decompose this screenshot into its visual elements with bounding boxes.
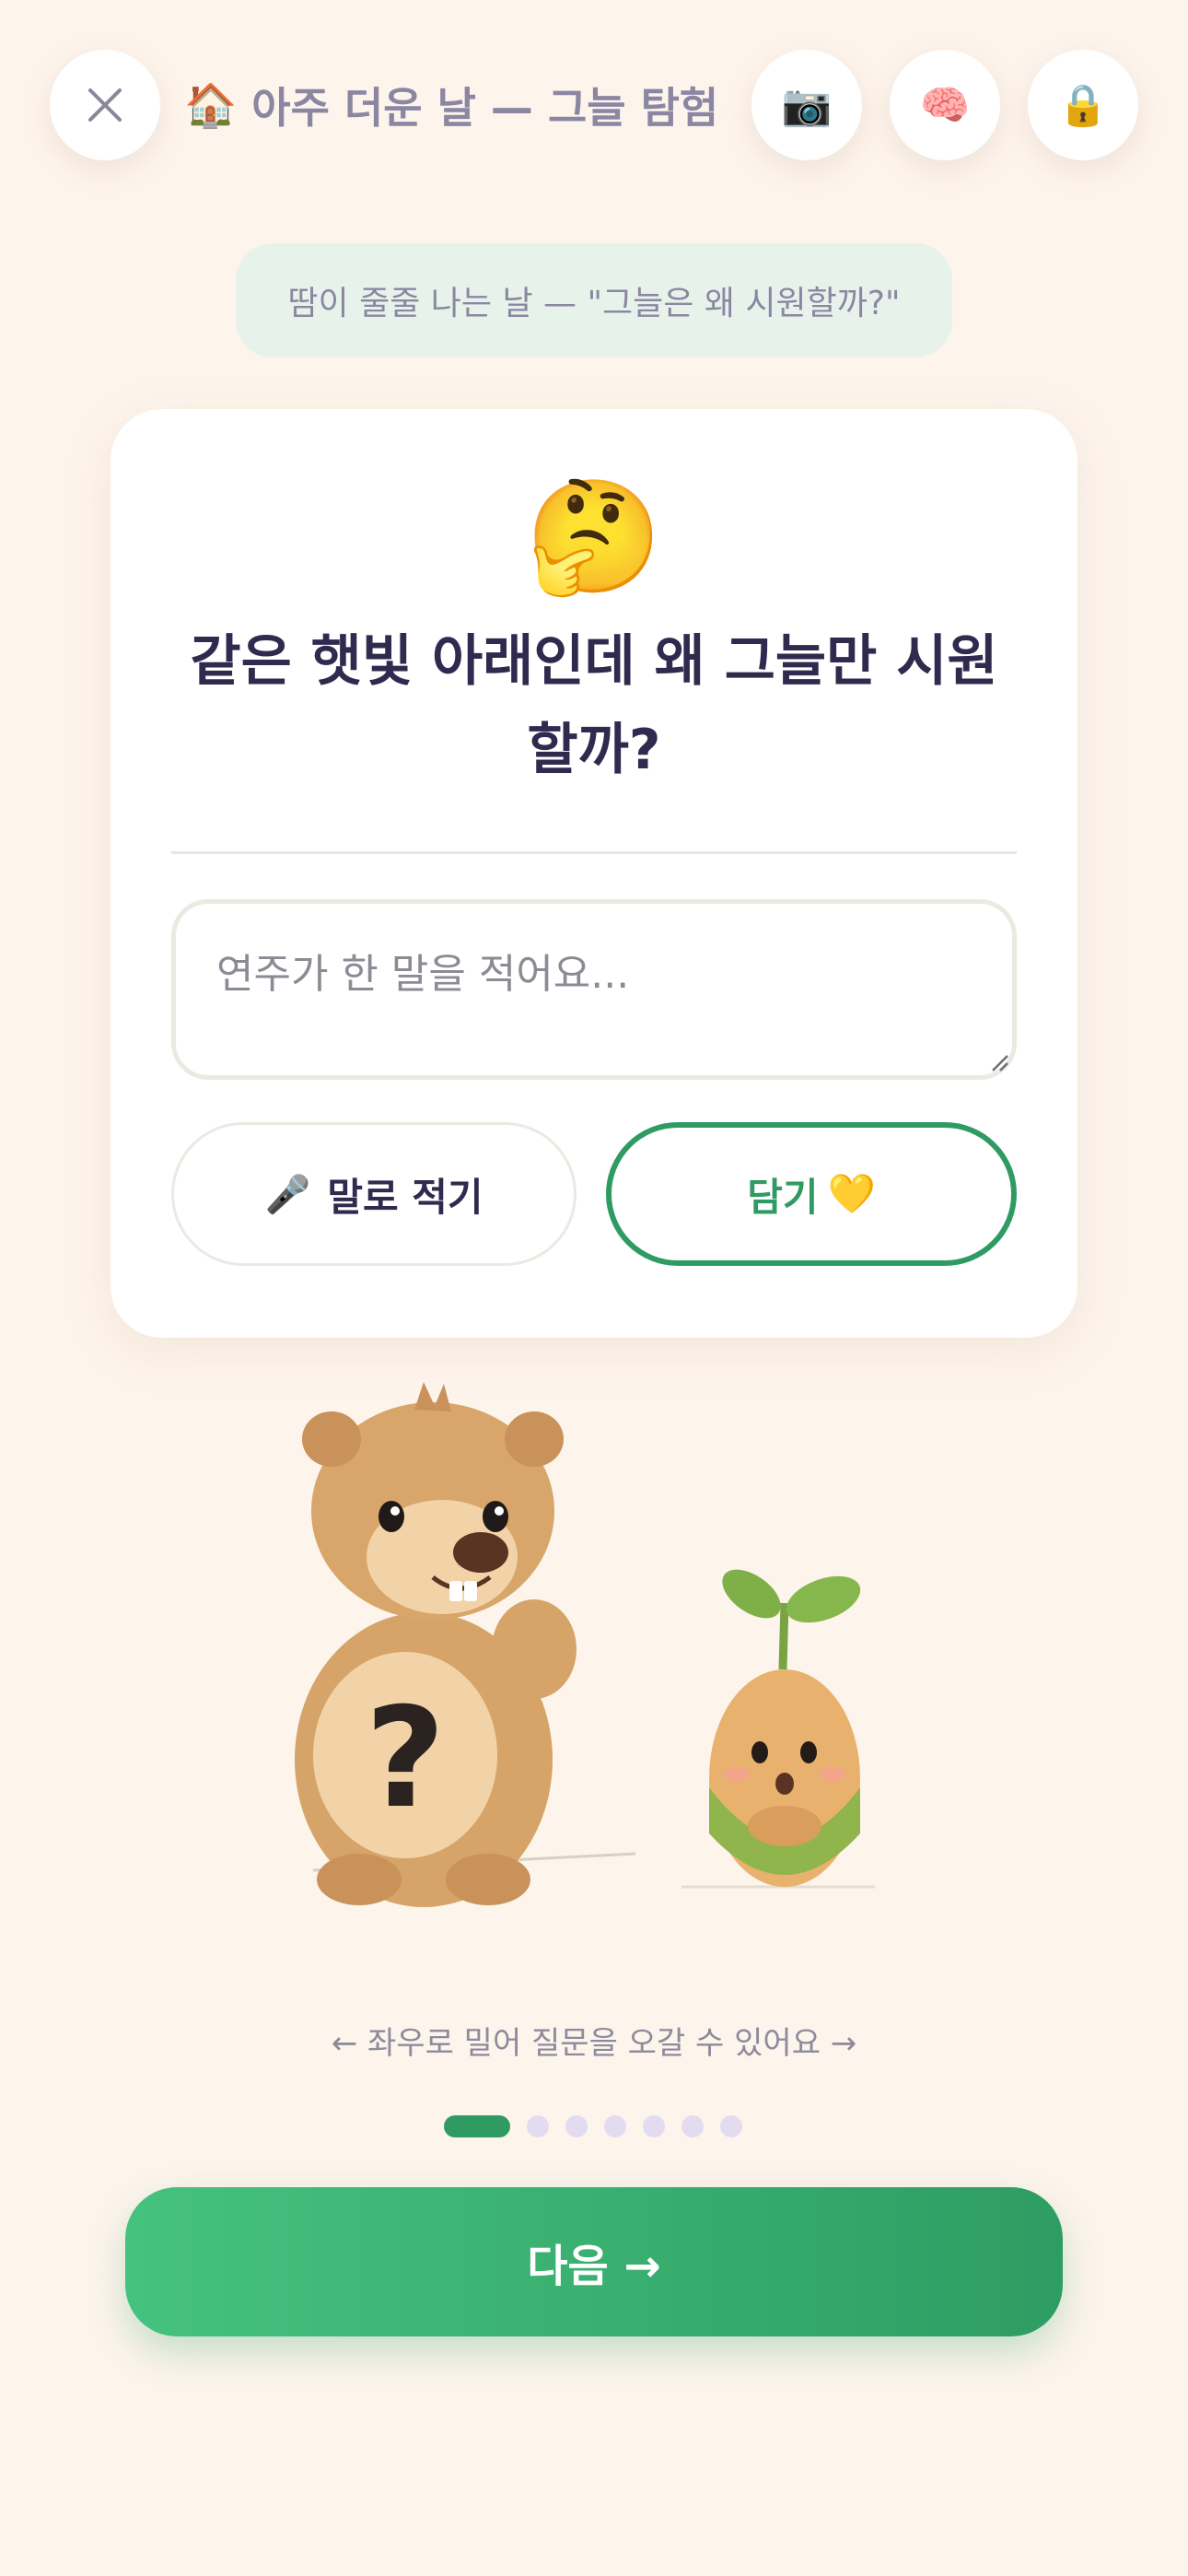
save-answer-label: 담기	[747, 1174, 819, 1220]
resize-grip-icon[interactable]	[985, 1048, 1009, 1072]
camera-icon: 📷	[781, 82, 833, 129]
camera-button[interactable]: 📷	[751, 50, 862, 160]
question-card: 🤔 같은 햇빛 아래인데 왜 그늘만 시원할까? 🎤 말로 적기 담기 💛	[111, 409, 1077, 1338]
answer-input[interactable]	[171, 899, 1017, 1080]
page-dot[interactable]	[681, 2115, 704, 2137]
voice-input-button[interactable]: 🎤 말로 적기	[171, 1122, 577, 1266]
svg-text:?: ?	[365, 1679, 445, 1839]
page-dot-active[interactable]	[444, 2115, 510, 2137]
close-button[interactable]	[50, 50, 160, 160]
page-dot[interactable]	[565, 2115, 588, 2137]
yellow-heart-icon: 💛	[827, 1171, 876, 1216]
page-dot[interactable]	[643, 2115, 665, 2137]
top-bar: 🏠 아주 더운 날 — 그늘 탐험 📷 🧠 🔒	[0, 0, 1188, 212]
characters-illustration: ?	[295, 1382, 875, 1907]
page-title: 🏠 아주 더운 날 — 그늘 탐험	[184, 76, 718, 135]
memory-button[interactable]: 🧠	[890, 50, 1000, 160]
scenario-subtitle: 땀이 줄줄 나는 날 — "그늘은 왜 시원할까?"	[236, 243, 952, 357]
next-button[interactable]: 다음 →	[125, 2187, 1063, 2336]
page-dot[interactable]	[720, 2115, 742, 2137]
house-icon: 🏠	[184, 79, 238, 130]
microphone-icon: 🎤	[264, 1173, 311, 1216]
swipe-hint: ← 좌우로 밀어 질문을 오갈 수 있어요 →	[331, 2025, 857, 2062]
page-title-text: 아주 더운 날 — 그늘 탐험	[251, 83, 719, 133]
save-answer-button[interactable]: 담기 💛	[606, 1122, 1017, 1266]
voice-input-label: 말로 적기	[327, 1174, 483, 1220]
brain-icon: 🧠	[919, 82, 971, 129]
page-dot[interactable]	[527, 2115, 549, 2137]
lock-icon: 🔒	[1057, 82, 1109, 129]
beaver-character: ?	[295, 1382, 577, 1907]
page-indicator	[444, 2115, 742, 2137]
divider	[171, 851, 1017, 854]
thinking-face-icon: 🤔	[525, 474, 663, 602]
sprout-character	[709, 1569, 861, 1887]
page-dot[interactable]	[604, 2115, 626, 2137]
question-text: 같은 햇빛 아래인데 왜 그늘만 시원할까?	[190, 629, 998, 782]
lock-button[interactable]: 🔒	[1028, 50, 1138, 160]
close-icon	[88, 88, 122, 122]
